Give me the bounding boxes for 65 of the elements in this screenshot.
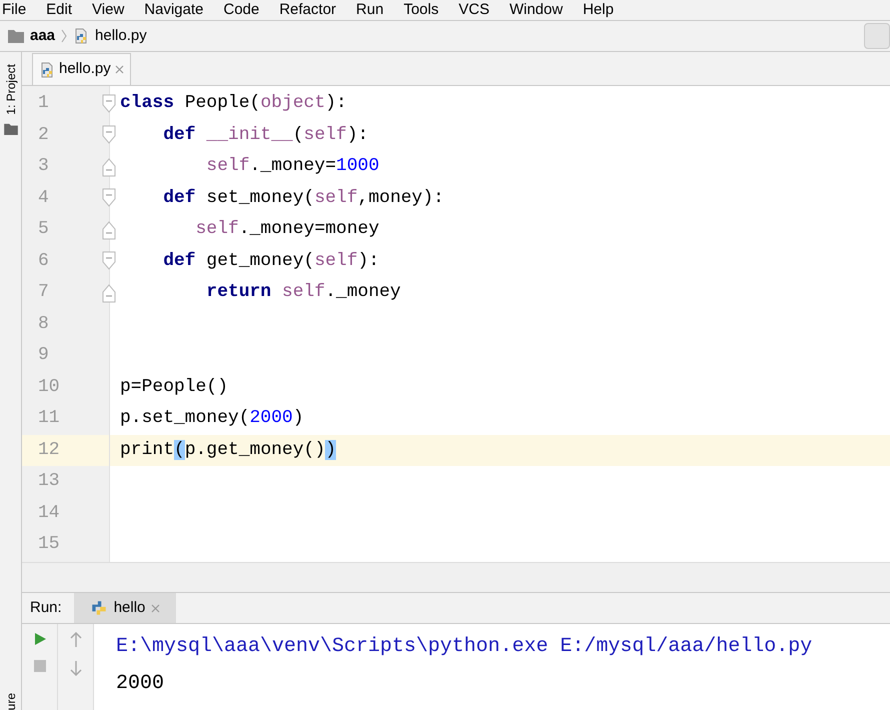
close-icon[interactable] [114,65,124,74]
line-number: 7 [38,281,49,304]
line-number: 9 [38,344,49,368]
console-line: E:\mysql\aaa\venv\Scripts\python.exe E:/mysql/aaa/hello.py [116,634,814,660]
run-panel-label: Run: [30,598,62,618]
menu-item[interactable]: Navigate [144,1,204,19]
line-number: 8 [38,312,49,336]
line-number: 10 [38,376,60,399]
menu-item[interactable]: VCS [458,1,490,19]
code-line: p.set_money(2000) [120,407,304,430]
fold-marker-icon[interactable] [102,125,116,146]
line-number: 13 [38,470,60,494]
line-number: 3 [38,155,49,178]
breadcrumb-item[interactable]: aaa [30,24,56,48]
line-number: 14 [38,502,60,525]
menu-item[interactable]: Run [356,1,384,19]
menu-item[interactable]: File [2,1,26,19]
project-tool-tab[interactable]: 1: Project [2,64,20,115]
line-number: 4 [38,186,49,210]
menu-item[interactable]: Edit [46,1,72,19]
fold-marker-icon[interactable] [102,251,116,272]
line-number: 2 [38,124,49,147]
down-arrow-icon[interactable] [68,660,82,676]
folder-icon [4,122,18,135]
chevron-icon [61,29,68,43]
fold-end-icon[interactable] [102,282,116,303]
console-line: 2000 [116,671,166,697]
line-number: 15 [38,533,60,556]
code-line: def get_money(self): [162,250,380,273]
code-line: self._money=1000 [205,155,380,178]
line-number: 11 [38,407,60,430]
line-number: 1 [38,92,49,116]
menu-item[interactable]: Refactor [279,1,336,19]
fold-marker-icon[interactable] [102,188,116,208]
code-line: def set_money(self,money): [162,186,444,210]
line-number: 12 [38,438,60,462]
fold-end-icon[interactable] [102,156,116,177]
fold-end-icon[interactable] [102,220,116,240]
python-file-icon [73,28,90,44]
run-icon[interactable] [32,632,46,646]
menu-item[interactable]: Window [509,1,563,19]
close-icon[interactable] [151,604,160,612]
menu-item[interactable]: Help [582,1,614,19]
code-line: def __init__(self): [162,124,368,147]
up-arrow-icon[interactable] [68,632,82,648]
code-line: class People(object): [120,92,347,116]
breadcrumb-item[interactable]: hello.py [95,24,147,48]
menu-item[interactable]: Code [223,1,260,19]
folder-icon [8,29,24,43]
fold-marker-icon[interactable] [102,94,116,114]
code-line: self._money=money [194,218,380,242]
line-number: 5 [38,218,49,242]
python-file-icon [39,62,55,78]
code-line: print(p.get_money()) [120,438,336,462]
run-tab[interactable]: hello [74,593,176,623]
code-line: p=People() [120,376,228,399]
structure-tool-tab[interactable]: ure [2,692,20,710]
python-icon [90,599,108,617]
code-line: return self._money [205,281,401,304]
menu-item[interactable]: View [92,1,124,19]
editor-tab[interactable]: hello.py [32,53,131,85]
stop-icon[interactable] [34,660,46,672]
line-number: 6 [38,250,49,273]
menu-item[interactable]: Tools [404,1,439,19]
code-editor[interactable]: class People(object): def __init__(self): self._money=1000 def set_money(self,money): self._money=money def get_money(self): return self._money p=People() p.set_money(2000) print(p.get_money()) [110,86,890,562]
